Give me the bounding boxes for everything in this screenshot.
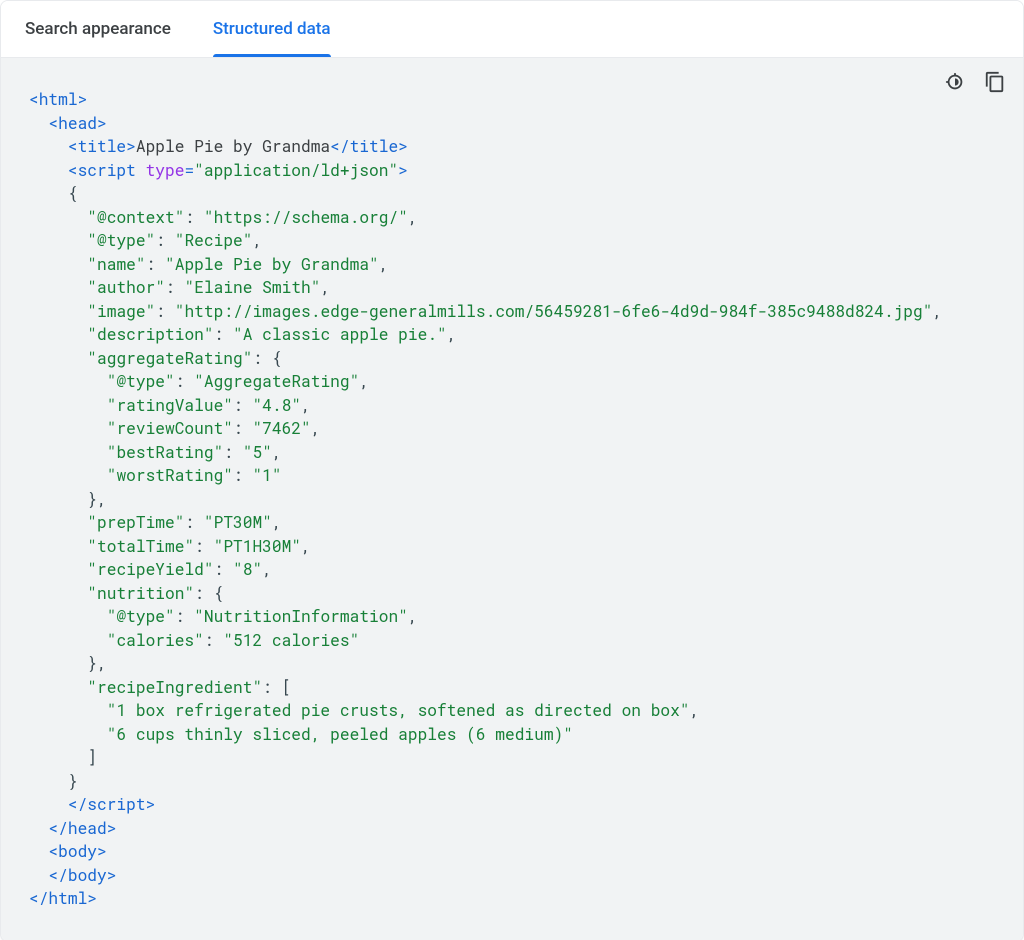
tag-title-open: <title> — [68, 136, 136, 157]
v-context: https://schema.org/ — [214, 207, 399, 228]
v-ingredient-1: 6 cups thinly sliced, peeled apples (6 m… — [116, 724, 563, 745]
v-ratingValue: 4.8 — [262, 395, 291, 416]
v-ingredient-0: 1 box refrigerated pie crusts, softened … — [116, 700, 679, 721]
k-reviewCount: reviewCount — [116, 418, 223, 439]
k-totalTime: totalTime — [97, 536, 184, 557]
tab-bar: Search appearance Structured data — [1, 1, 1023, 58]
v-reviewCount: 7462 — [262, 418, 301, 439]
tag-head-open: <head> — [48, 113, 106, 134]
k-ratingValue: ratingValue — [116, 395, 223, 416]
k-nutrition: nutrition — [97, 583, 184, 604]
k-recipeIngredient: recipeIngredient — [97, 677, 252, 698]
result-card: Search appearance Structured data <html>… — [0, 0, 1024, 940]
k-name: name — [97, 254, 136, 275]
tag-html-close: </html> — [29, 888, 97, 909]
page-title-text: Apple Pie by Grandma — [136, 136, 330, 157]
k-worstRating: worstRating — [116, 465, 223, 486]
k-description: description — [97, 324, 204, 345]
tag-script-open-b: > — [398, 160, 408, 181]
tab-structured-data[interactable]: Structured data — [213, 1, 331, 57]
tag-script-open-a: <script — [68, 160, 146, 181]
tag-title-close: </title> — [330, 136, 408, 157]
v-type: Recipe — [184, 230, 242, 251]
k-prepTime: prepTime — [97, 512, 175, 533]
tab-search-appearance[interactable]: Search appearance — [25, 1, 171, 57]
v-worstRating: 1 — [262, 465, 272, 486]
tag-body-close: </body> — [48, 865, 116, 886]
tag-html-open: <html> — [29, 89, 87, 110]
k-calories: calories — [116, 630, 194, 651]
v-description: A classic apple pie. — [243, 324, 437, 345]
attr-type: type — [146, 160, 185, 181]
k-bestRating: bestRating — [116, 442, 213, 463]
copy-icon[interactable] — [981, 68, 1009, 96]
attr-type-val: application/ld+json — [204, 160, 389, 181]
tag-body-open: <body> — [48, 841, 106, 862]
k-nut-type: @type — [116, 606, 165, 627]
v-name: Apple Pie by Grandma — [175, 254, 369, 275]
k-ar-type: @type — [116, 371, 165, 392]
code-block[interactable]: <html> <head> <title>Apple Pie by Grandm… — [29, 88, 995, 911]
tag-script-close: </script> — [68, 794, 155, 815]
theme-toggle-icon[interactable] — [941, 68, 969, 96]
v-image: http://images.edge-generalmills.com/5645… — [184, 301, 922, 322]
k-recipeYield: recipeYield — [97, 559, 204, 580]
v-recipeYield: 8 — [243, 559, 253, 580]
v-prepTime: PT30M — [214, 512, 263, 533]
k-context: @context — [97, 207, 175, 228]
k-aggregateRating: aggregateRating — [97, 348, 243, 369]
v-author: Elaine Smith — [194, 277, 311, 298]
v-bestRating: 5 — [252, 442, 262, 463]
k-image: image — [97, 301, 146, 322]
code-panel: <html> <head> <title>Apple Pie by Grandm… — [1, 58, 1023, 940]
k-author: author — [97, 277, 155, 298]
v-ar-type: AggregateRating — [204, 371, 350, 392]
code-actions — [941, 68, 1009, 96]
v-calories: 512 calories — [233, 630, 350, 651]
tag-head-close: </head> — [48, 818, 116, 839]
k-type: @type — [97, 230, 146, 251]
v-totalTime: PT1H30M — [223, 536, 291, 557]
v-nut-type: NutritionInformation — [204, 606, 398, 627]
